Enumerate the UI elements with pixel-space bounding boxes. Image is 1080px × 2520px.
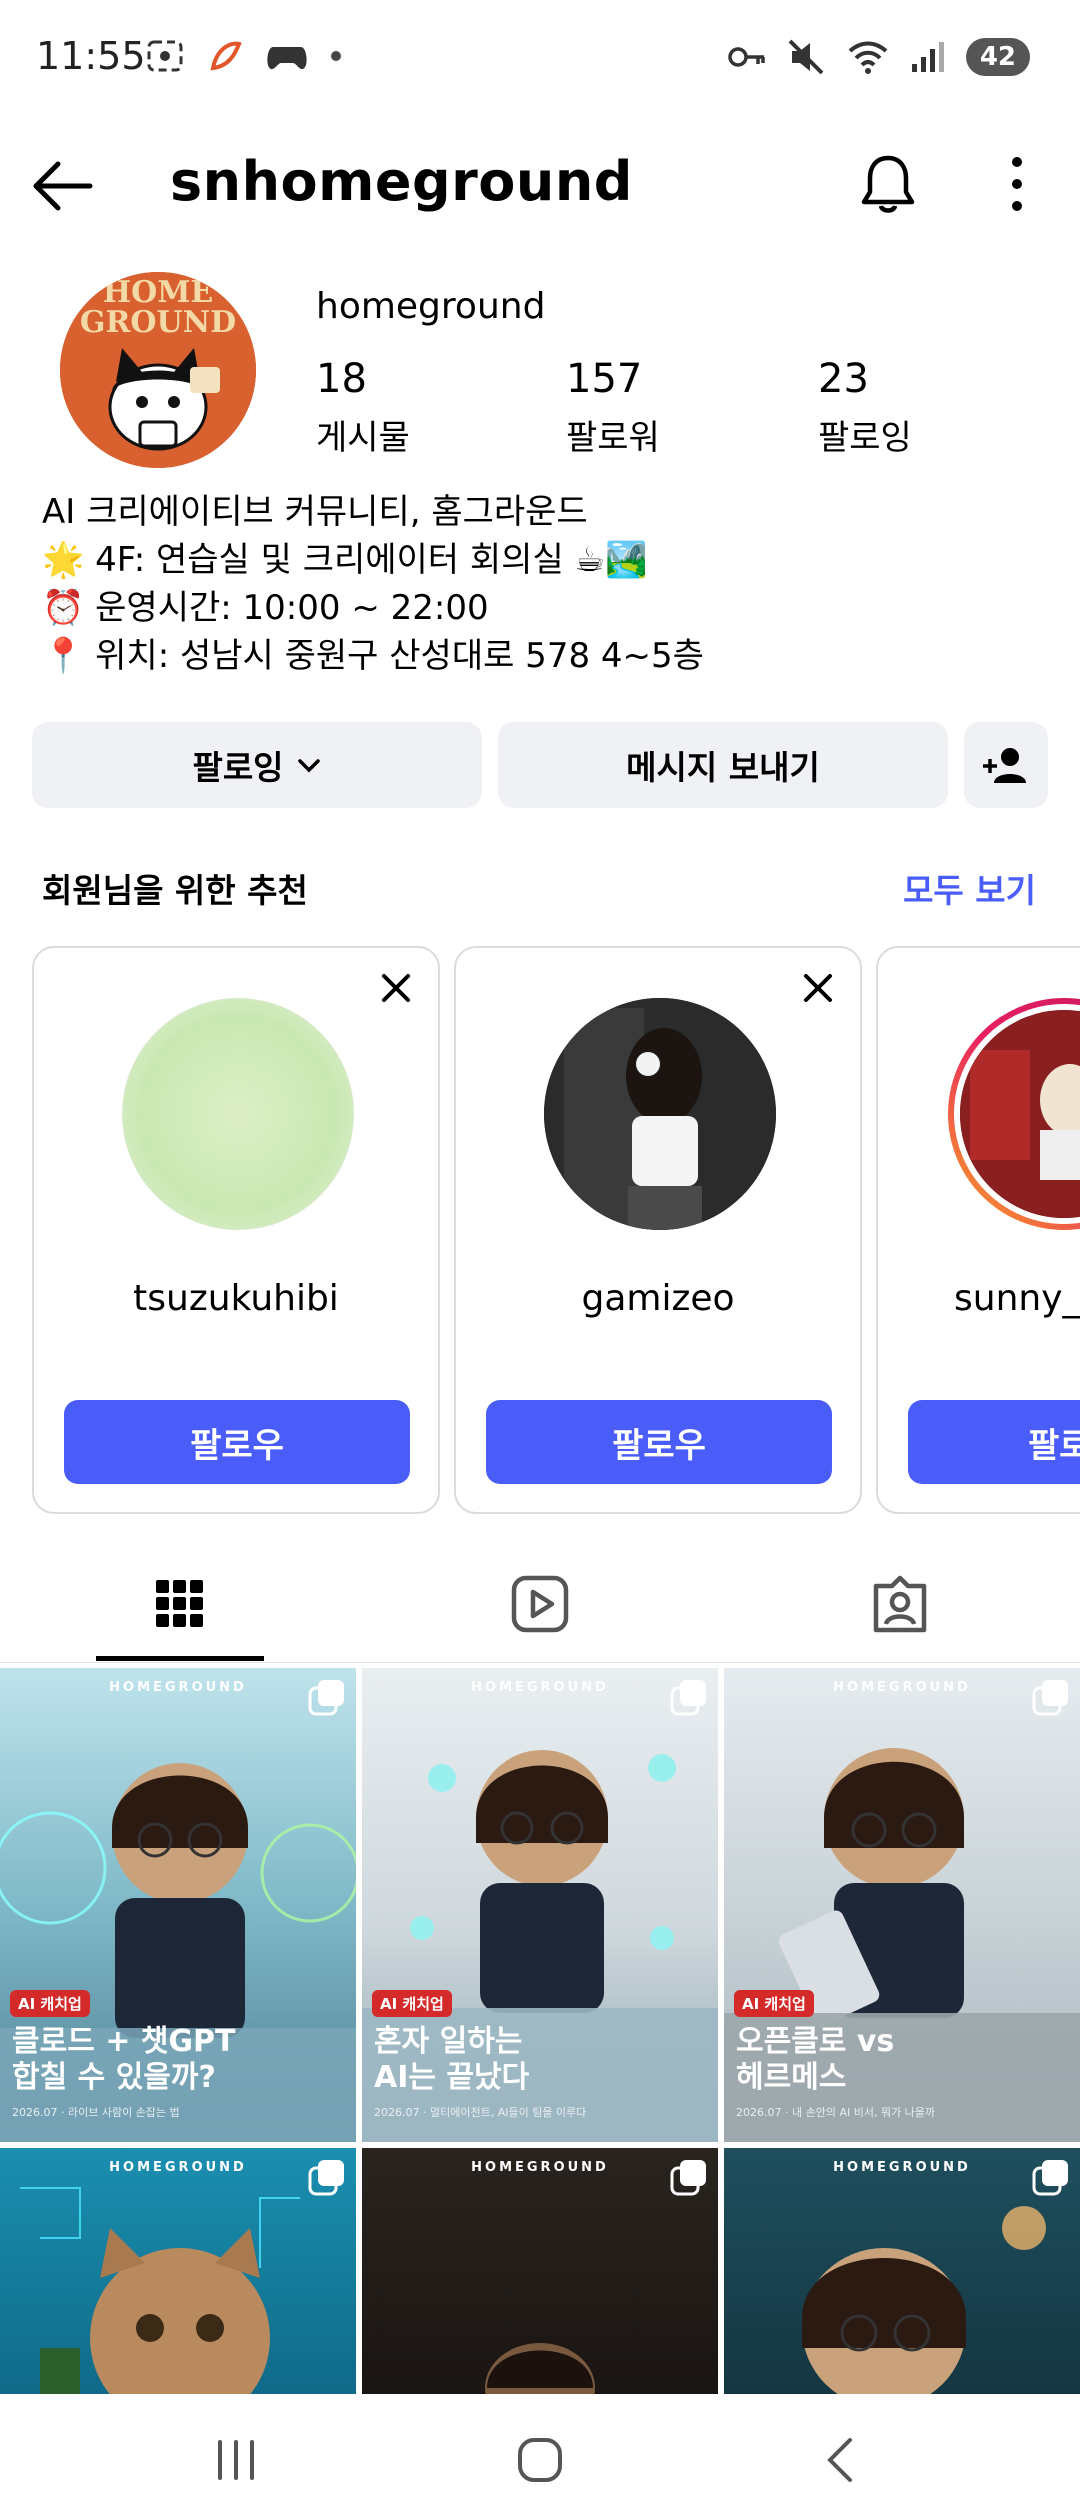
follow-button[interactable]: 팔로우 [64,1400,410,1484]
back-chevron-icon[interactable] [812,2432,872,2488]
post-tile[interactable]: HOMEGROUND [0,2148,356,2394]
post-tag: AI 캐치업 [372,1990,452,2017]
recents-icon[interactable] [206,2432,266,2488]
tile-brand: HOMEGROUND [109,2160,247,2175]
post-tile[interactable]: HOMEGROUND AI 캐치업 오픈클로 vs 헤르메스 2026.07 ·… [724,1668,1080,2142]
tab-reels[interactable] [360,1546,720,1662]
post-title-line: 합칠 수 있을까? [12,2060,216,2095]
suggestion-card[interactable]: tsuzukuhibi 팔로우 [32,946,440,1514]
home-icon[interactable] [510,2432,570,2488]
post-tag: AI 캐치업 [734,1990,814,2017]
close-icon[interactable] [798,968,838,1008]
see-all-link[interactable]: 모두 보기 [903,864,1036,912]
post-tile[interactable]: HOMEGROUND [362,2148,718,2394]
key-icon [728,47,765,67]
avatar[interactable]: HOME GROUND [60,272,256,468]
bio-line: ⏰ 운영시간: 10:00 ~ 22:00 [42,588,489,628]
tagged-icon [873,1575,927,1633]
carousel-icon [670,1680,706,1716]
status-bar: 11:55 42 [0,0,1080,120]
post-title-line: AI는 끝났다 [374,2060,530,2095]
suggestions-title: 회원님을 위한 추천 [42,871,308,910]
post-tag: AI 캐치업 [10,1990,90,2017]
game-controller-icon [267,47,307,70]
carousel-icon [308,1680,344,1716]
add-user-button[interactable] [964,722,1048,808]
bell-icon[interactable] [858,152,918,216]
stat-label: 팔로워 [566,418,660,458]
tile-brand: HOMEGROUND [833,2160,971,2175]
battery-indicator: 42 [965,38,1030,76]
following-button[interactable]: 팔로잉 [32,722,482,808]
suggestion-avatar[interactable] [544,998,776,1230]
add-user-icon [983,748,1026,783]
screenshot-icon [147,40,183,72]
dot-icon [331,51,341,61]
stat-label: 팔로잉 [818,418,912,458]
close-icon[interactable] [376,968,416,1008]
post-subtitle: 2026.07 · 라이브 사람이 손잡는 법 [12,2106,180,2119]
bio-line: AI 크리에이티브 커뮤니티, 홈그라운드 [42,492,588,532]
stat-value: 18 [316,356,367,402]
suggestion-username[interactable]: gamizeo [456,1278,860,1319]
message-button[interactable]: 메시지 보내기 [498,722,948,808]
bio-line: 🌟 4F: 연습실 및 크리에이터 회의실 ☕🏞️ [42,540,648,580]
suggestion-avatar[interactable] [122,998,354,1230]
suggestion-card[interactable]: gamizeo 팔로우 [454,946,862,1514]
message-label: 메시지 보내기 [626,748,820,787]
post-subtitle: 2026.07 · 멀티에이전트, AI들이 팀을 이루다 [374,2106,587,2119]
grid-icon [156,1580,203,1627]
svg-text:GROUND: GROUND [80,305,236,340]
page-title: snhomeground [170,150,633,213]
stat-followers[interactable]: 157 팔로워 [566,356,660,459]
brand-app-icon [210,41,242,71]
post-tile[interactable]: HOMEGROUND [724,2148,1080,2394]
stat-following[interactable]: 23 팔로잉 [818,356,912,459]
post-title-line: 오픈클로 vs [736,2024,895,2059]
signal-icon [911,42,944,72]
arrow-left-icon[interactable] [30,158,94,214]
suggestion-username[interactable]: tsuzukuhibi [34,1278,438,1319]
stat-value: 23 [818,356,869,402]
carousel-icon [308,2160,344,2196]
post-tile[interactable]: HOMEGROUND AI 캐치업 클로드 + 챗GPT 합칠 수 있을까? 2… [0,1668,356,2142]
suggestion-card[interactable]: sunny_ 팔로 [876,946,1080,1514]
post-title-line: 클로드 + 챗GPT [12,2024,236,2059]
suggestion-avatar[interactable] [948,998,1080,1230]
post-tile[interactable]: HOMEGROUND AI 캐치업 혼자 일하는 AI는 끝났다 2026.07… [362,1668,718,2142]
tile-brand: HOMEGROUND [833,1680,971,1695]
post-title-line: 헤르메스 [736,2060,847,2095]
tile-brand: HOMEGROUND [471,1680,609,1695]
mute-icon [788,39,824,75]
tab-tagged[interactable] [720,1546,1080,1662]
tile-brand: HOMEGROUND [109,1680,247,1695]
bio-line: 📍 위치: 성남시 중원구 산성대로 578 4~5층 [42,636,704,676]
carousel-icon [1032,2160,1068,2196]
follow-button[interactable]: 팔로 [908,1400,1080,1484]
post-subtitle: 2026.07 · 내 손안의 AI 비서, 뭐가 나을까 [736,2106,936,2119]
bio: AI 크리에이티브 커뮤니티, 홈그라운드 🌟 4F: 연습실 및 크리에이터 … [42,488,704,680]
stat-posts[interactable]: 18 게시물 [316,356,410,459]
tile-brand: HOMEGROUND [471,2160,609,2175]
chevron-down-icon [297,759,320,773]
active-tab-indicator [96,1656,264,1661]
display-name: homeground [316,286,546,327]
post-title-line: 혼자 일하는 [374,2024,523,2059]
wifi-icon [848,41,888,74]
profile-header: snhomeground [0,140,1080,230]
carousel-icon [670,2160,706,2196]
system-nav-bar [0,2394,1080,2520]
tab-posts[interactable] [0,1546,360,1662]
following-label: 팔로잉 [192,748,284,787]
stat-label: 게시물 [316,418,410,458]
carousel-icon [1032,1680,1068,1716]
divider [0,1662,1080,1663]
status-time: 11:55 [36,34,146,78]
follow-button[interactable]: 팔로우 [486,1400,832,1484]
more-vertical-icon[interactable] [1000,154,1034,214]
reels-icon [511,1575,569,1633]
suggestion-username[interactable]: sunny_ [954,1278,1080,1319]
stat-value: 157 [566,356,643,402]
